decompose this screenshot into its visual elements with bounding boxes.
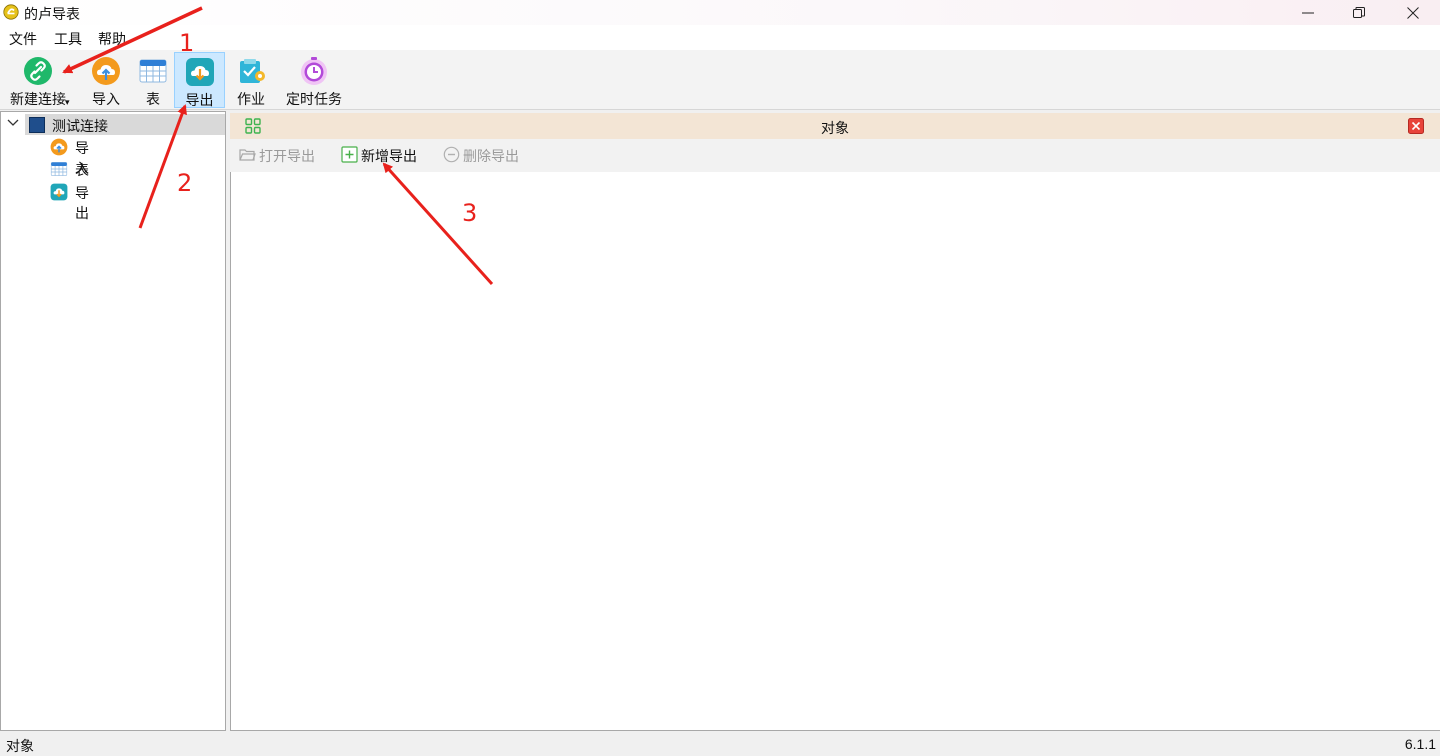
delete-export-label: 删除导出	[463, 148, 519, 164]
tree-root-label: 测试连接	[52, 118, 108, 134]
object-panel: 对象 打开导出 新增导出 删除导出	[230, 111, 1440, 731]
tree-item-label: 表	[75, 162, 89, 178]
table-icon	[50, 162, 68, 176]
menu-help[interactable]: 帮助	[98, 29, 126, 49]
scheduled-task-label: 定时任务	[286, 91, 342, 107]
object-toolbar: 打开导出 新增导出 删除导出	[230, 139, 1440, 172]
add-export-label: 新增导出	[361, 148, 417, 164]
import-cloud-icon	[92, 57, 120, 85]
main-toolbar: 新建连接 ▾ 导入 表 导出 作业 定时任务	[0, 50, 1440, 110]
menu-bar: 文件 工具 帮助	[0, 25, 1440, 50]
status-text: 对象	[6, 738, 34, 754]
export-cloud-icon	[185, 58, 214, 86]
grid-view-icon[interactable]	[245, 118, 261, 134]
minimize-icon	[1302, 12, 1314, 13]
tree-item-connection[interactable]: 测试连接	[25, 114, 225, 135]
timer-icon	[301, 57, 327, 85]
menu-tools[interactable]: 工具	[54, 29, 82, 49]
minus-circle-icon	[443, 146, 460, 163]
annotation-label-1: 1	[179, 29, 195, 57]
table-label: 表	[146, 91, 160, 107]
app-logo-icon	[3, 4, 19, 20]
minimize-button[interactable]	[1285, 0, 1331, 25]
scheduled-task-button[interactable]: 定时任务	[284, 52, 344, 108]
status-bar: 对象 6.1.1	[0, 733, 1440, 756]
new-connection-button[interactable]: 新建连接 ▾	[4, 52, 72, 108]
export-button[interactable]: 导出	[174, 52, 225, 108]
object-panel-title: 对象	[821, 120, 849, 136]
job-button[interactable]: 作业	[232, 52, 270, 108]
import-button[interactable]: 导入	[86, 52, 126, 108]
plus-box-icon	[341, 146, 358, 163]
import-cloud-icon	[50, 138, 68, 156]
close-icon	[1407, 6, 1419, 19]
new-connection-label: 新建连接	[10, 91, 66, 107]
job-label: 作业	[237, 91, 265, 107]
object-list-area[interactable]	[230, 172, 1440, 731]
annotation-label-3: 3	[462, 199, 478, 227]
title-bar: 的卢导表	[0, 0, 1440, 25]
open-export-label: 打开导出	[259, 148, 315, 164]
object-panel-header: 对象	[230, 113, 1440, 139]
import-label: 导入	[92, 91, 120, 107]
restore-button[interactable]	[1336, 0, 1382, 25]
dropdown-caret-icon[interactable]: ▾	[65, 97, 70, 108]
connection-tree: 测试连接 导入 表 导出	[0, 111, 226, 731]
menu-file[interactable]: 文件	[9, 29, 37, 49]
restore-icon	[1353, 6, 1365, 18]
export-label: 导出	[185, 92, 214, 108]
close-button[interactable]	[1390, 0, 1436, 25]
annotation-label-2: 2	[177, 169, 193, 197]
table-button[interactable]: 表	[134, 52, 172, 108]
window-title: 的卢导表	[24, 6, 80, 22]
table-icon	[139, 59, 167, 83]
tree-item-label: 导出	[75, 185, 89, 221]
chevron-down-icon[interactable]	[7, 118, 19, 128]
version-label: 6.1.1	[1404, 736, 1436, 752]
folder-open-icon	[239, 149, 256, 161]
export-cloud-icon	[50, 183, 68, 201]
link-icon	[24, 57, 52, 85]
close-panel-icon[interactable]	[1408, 118, 1424, 134]
database-connection-icon	[29, 117, 45, 133]
job-icon	[240, 59, 265, 83]
